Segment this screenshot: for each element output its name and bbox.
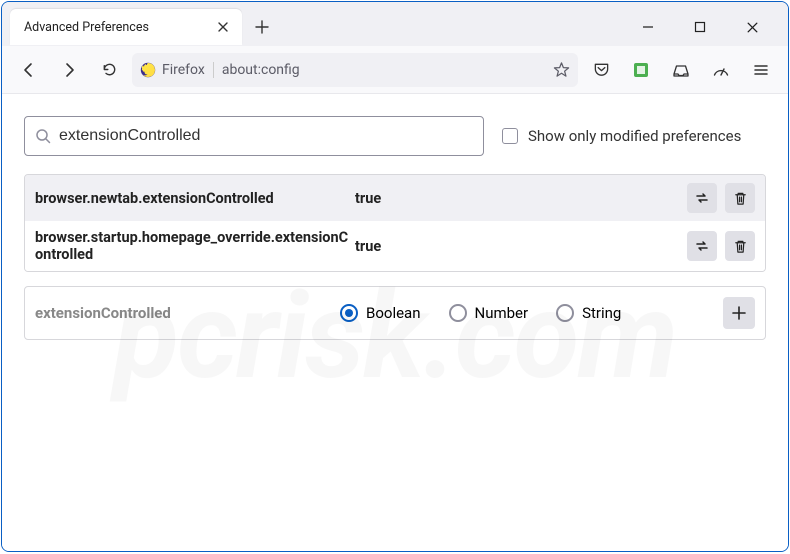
pref-value: true [355, 190, 687, 207]
radio-boolean[interactable]: Boolean [340, 304, 421, 322]
nav-toolbar: Firefox about:config [2, 46, 788, 94]
minimize-button[interactable] [630, 9, 666, 45]
active-tab[interactable]: Advanced Preferences [10, 9, 242, 45]
forward-button[interactable] [52, 53, 86, 87]
search-input[interactable] [59, 127, 473, 145]
search-row: Show only modified preferences [24, 116, 766, 156]
new-pref-name: extensionControlled [35, 304, 320, 322]
radio-icon [340, 304, 358, 322]
radio-number[interactable]: Number [449, 304, 529, 322]
radio-label: Boolean [366, 304, 421, 322]
new-pref-row: extensionControlled Boolean Number Strin… [24, 286, 766, 340]
pref-name: browser.startup.homepage_override.extens… [35, 229, 355, 263]
radio-icon [556, 304, 574, 322]
reload-button[interactable] [92, 53, 126, 87]
new-tab-button[interactable] [246, 11, 278, 43]
inbox-icon[interactable] [664, 53, 698, 87]
search-icon [35, 128, 51, 144]
toggle-button[interactable] [687, 231, 717, 261]
radio-label: String [582, 304, 621, 322]
close-tab-icon[interactable] [214, 18, 232, 36]
type-radio-group: Boolean Number String [340, 304, 703, 322]
toggle-button[interactable] [687, 183, 717, 213]
page-content: pcrisk.com Show only modified preference… [2, 94, 788, 551]
url-bar[interactable]: Firefox about:config [132, 53, 578, 87]
pocket-icon[interactable] [584, 53, 618, 87]
radio-icon [449, 304, 467, 322]
delete-button[interactable] [725, 183, 755, 213]
pref-table: browser.newtab.extensionControlled true … [24, 174, 766, 272]
close-window-button[interactable] [734, 9, 770, 45]
show-modified-label: Show only modified preferences [528, 127, 741, 145]
pref-value: true [355, 238, 687, 255]
url-text: about:config [222, 62, 545, 78]
tab-strip: Advanced Preferences [2, 2, 788, 46]
radio-string[interactable]: String [556, 304, 621, 322]
bookmark-star-icon[interactable] [553, 61, 570, 78]
show-modified-checkbox[interactable]: Show only modified preferences [502, 127, 741, 145]
pref-actions [687, 231, 755, 261]
radio-label: Number [475, 304, 529, 322]
pref-actions [687, 183, 755, 213]
menu-button[interactable] [744, 53, 778, 87]
tab-title: Advanced Preferences [24, 20, 214, 35]
back-button[interactable] [12, 53, 46, 87]
maximize-button[interactable] [682, 9, 718, 45]
meter-icon[interactable] [704, 53, 738, 87]
pref-name: browser.newtab.extensionControlled [35, 190, 355, 207]
window-controls [630, 9, 780, 45]
firefox-icon [140, 62, 156, 78]
browser-window: Advanced Preferences [1, 1, 789, 552]
checkbox-icon [502, 128, 518, 144]
site-identity[interactable]: Firefox [140, 62, 214, 78]
extension-icon[interactable] [624, 53, 658, 87]
pref-row: browser.newtab.extensionControlled true [25, 175, 765, 221]
pref-row: browser.startup.homepage_override.extens… [25, 221, 765, 271]
add-button[interactable] [723, 297, 755, 329]
identity-label: Firefox [162, 62, 205, 78]
delete-button[interactable] [725, 231, 755, 261]
search-box[interactable] [24, 116, 484, 156]
